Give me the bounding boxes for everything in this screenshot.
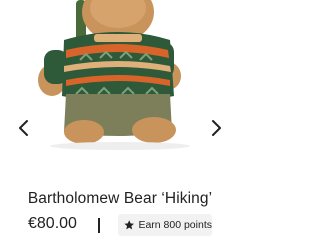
chevron-left-icon[interactable] xyxy=(16,118,32,138)
product-title: Bartholomew Bear ‘Hiking’ xyxy=(27,190,213,207)
product-page: Bartholomew Bear ‘Hiking’ €80.00 Earn 80… xyxy=(0,0,240,240)
product-price: €80.00 xyxy=(28,215,77,232)
points-label: Earn 800 points xyxy=(138,219,212,231)
loyalty-points-badge: Earn 800 points xyxy=(118,214,212,236)
chevron-right-icon[interactable] xyxy=(208,118,224,138)
price-divider xyxy=(98,218,100,233)
product-image xyxy=(38,0,190,150)
star-icon xyxy=(124,220,135,230)
product-gallery xyxy=(0,0,240,182)
price-row: €80.00 Earn 800 points xyxy=(0,214,240,238)
